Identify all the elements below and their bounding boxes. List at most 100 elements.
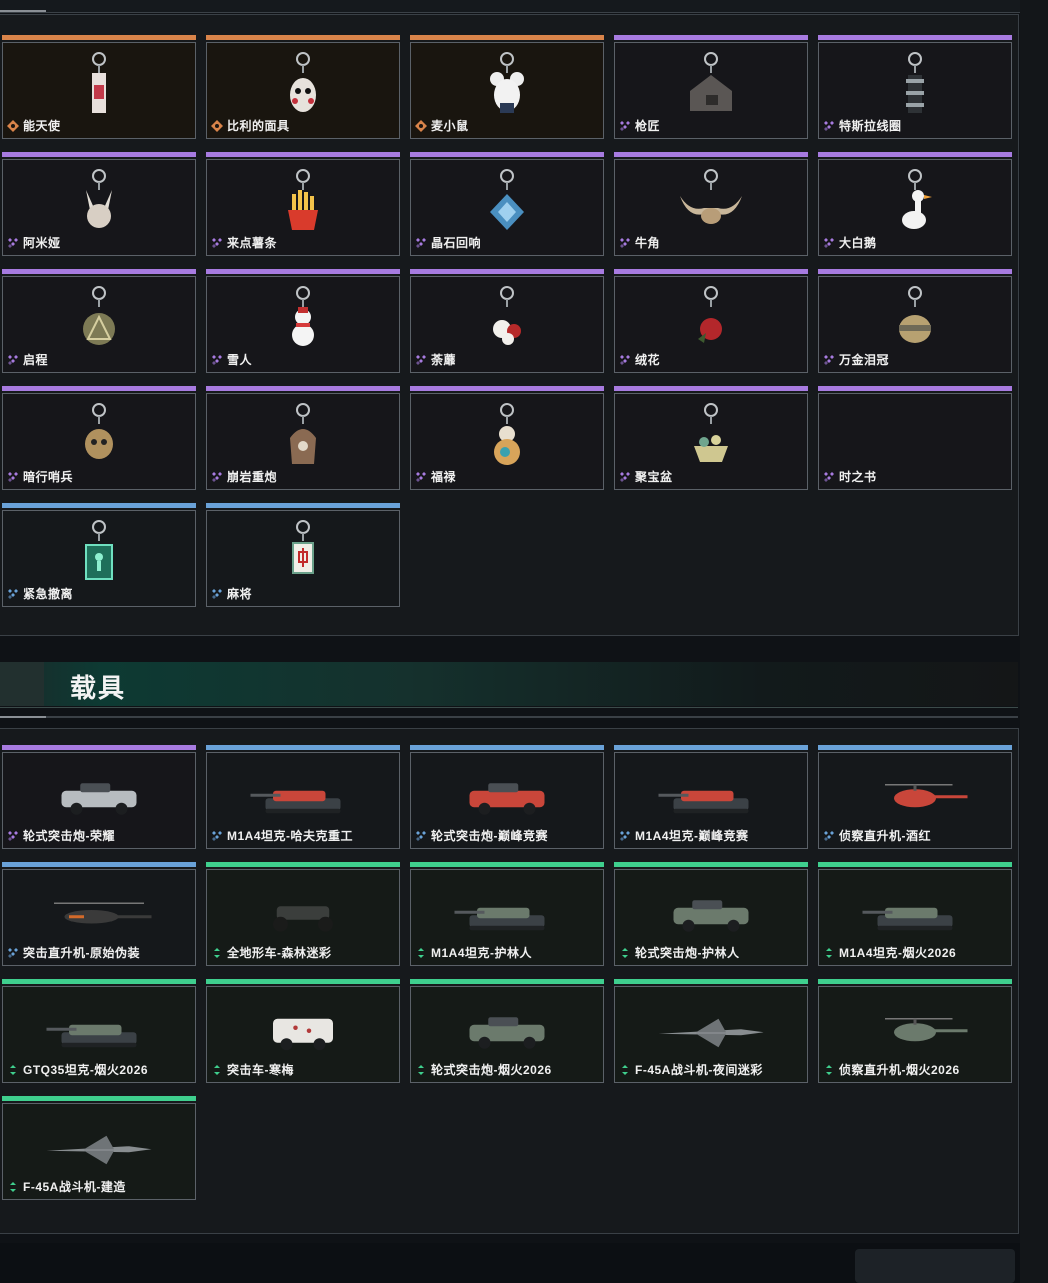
charm-label: 紧急撤离 (7, 585, 73, 602)
vehicle-image (855, 878, 975, 948)
vehicle-card[interactable]: GTQ35坦克-烟火2026 (2, 979, 196, 1083)
rarity-bar (410, 35, 604, 40)
charm-card[interactable]: 崩岩重炮 (206, 386, 400, 490)
vehicle-card[interactable]: M1A4坦克-巅峰竞赛 (614, 745, 808, 849)
charm-name: 牛角 (635, 236, 661, 250)
rarity-bar (818, 269, 1012, 274)
charm-card[interactable]: 启程 (2, 269, 196, 373)
vehicle-card[interactable]: F-45A战斗机-夜间迷彩 (614, 979, 808, 1083)
green-rarity-icon (622, 1064, 628, 1075)
charm-card[interactable]: 枪匠 (614, 35, 808, 139)
vehicle-card[interactable]: 轮式突击炮-巅峰竞赛 (410, 745, 604, 849)
vehicle-label: 轮式突击炮-护林人 (619, 944, 740, 961)
rarity-bar (2, 386, 196, 391)
charm-label: 晶石回响 (415, 234, 481, 251)
charm-name: 特斯拉线圈 (839, 119, 902, 133)
rarity-bar (206, 503, 400, 508)
house-charm-icon (690, 52, 732, 111)
charm-card[interactable]: 福禄 (410, 386, 604, 490)
rarity-bar (2, 269, 196, 274)
charm-image (447, 402, 567, 472)
charm-card[interactable]: 暗行哨兵 (2, 386, 196, 490)
vehicle-label: 侦察直升机-烟火2026 (823, 1061, 960, 1078)
charm-image (651, 168, 771, 238)
charm-card[interactable]: 牛角 (614, 152, 808, 256)
green-rarity-icon (826, 1064, 832, 1075)
rarity-bar (818, 979, 1012, 984)
hooded-charm-icon (290, 403, 316, 464)
charm-card[interactable]: 时之书 (818, 386, 1012, 490)
rarity-bar (410, 979, 604, 984)
vehicle-card[interactable]: M1A4坦克-烟火2026 (818, 862, 1012, 966)
rarity-bar (614, 269, 808, 274)
purple-rarity-icon (8, 471, 18, 482)
vehicle-image (855, 761, 975, 831)
charm-card[interactable]: 麻将 (206, 503, 400, 607)
medal-charm-icon (83, 286, 115, 345)
rarity-bar (614, 979, 808, 984)
charm-name: 雪人 (227, 353, 253, 367)
vehicle-card[interactable]: M1A4坦克-哈夫克重工 (206, 745, 400, 849)
charm-thumbnail-frame: 福禄 (410, 393, 604, 490)
purple-rarity-icon (212, 354, 222, 365)
rarity-bar (206, 35, 400, 40)
rarity-bar (410, 269, 604, 274)
vehicle-card[interactable]: 突击车-寒梅 (206, 979, 400, 1083)
charm-image (243, 168, 363, 238)
charm-card[interactable]: 聚宝盆 (614, 386, 808, 490)
charm-thumbnail-frame: 牛角 (614, 159, 808, 256)
charm-card[interactable]: 万金泪冠 (818, 269, 1012, 373)
vehicle-image (651, 878, 771, 948)
vehicle-thumbnail-frame: F-45A战斗机-建造 (2, 1103, 196, 1200)
coil-charm-icon (906, 52, 924, 113)
charm-card[interactable]: 大白鹅 (818, 152, 1012, 256)
charm-card[interactable]: 荼蘼 (410, 269, 604, 373)
blue-rarity-icon (8, 947, 18, 958)
vehicle-card[interactable]: 侦察直升机-酒红 (818, 745, 1012, 849)
rarity-bar (206, 152, 400, 157)
vehicle-thumbnail-frame: M1A4坦克-护林人 (410, 869, 604, 966)
vehicle-card[interactable]: 轮式突击炮-荣耀 (2, 745, 196, 849)
purple-rarity-icon (416, 237, 426, 248)
vehicle-name: 突击直升机-原始伪装 (23, 946, 140, 960)
empty-thumbnail (880, 402, 950, 472)
bottle-charm-icon (92, 52, 106, 113)
vehicle-card[interactable]: 轮式突击炮-烟火2026 (410, 979, 604, 1083)
green-rarity-icon (10, 1181, 16, 1192)
charm-label: 来点薯条 (211, 234, 277, 251)
charm-thumbnail-frame: 聚宝盆 (614, 393, 808, 490)
assault-vehicle-icon (273, 1018, 333, 1051)
vehicle-thumbnail-frame: F-45A战斗机-夜间迷彩 (614, 986, 808, 1083)
charm-label: 麻将 (211, 585, 252, 602)
charm-label: 暗行哨兵 (7, 468, 73, 485)
charm-card[interactable]: 绒花 (614, 269, 808, 373)
charm-card[interactable]: 阿米娅 (2, 152, 196, 256)
vehicle-card[interactable]: 全地形车-森林迷彩 (206, 862, 400, 966)
rarity-bar (206, 862, 400, 867)
charm-card[interactable]: 特斯拉线圈 (818, 35, 1012, 139)
rarity-bar (2, 152, 196, 157)
vehicle-card[interactable]: 轮式突击炮-护林人 (614, 862, 808, 966)
charm-name: 来点薯条 (227, 236, 278, 250)
vehicle-card[interactable]: 突击直升机-原始伪装 (2, 862, 196, 966)
charm-image (39, 168, 159, 238)
charm-card[interactable]: 比利的面具 (206, 35, 400, 139)
charm-card[interactable]: 紧急撤离 (2, 503, 196, 607)
underline-highlight (0, 716, 46, 718)
vehicle-label: 轮式突击炮-荣耀 (7, 827, 115, 844)
charm-image (39, 519, 159, 589)
charm-card[interactable]: 晶石回响 (410, 152, 604, 256)
charm-card[interactable]: 能天使 (2, 35, 196, 139)
charm-card[interactable]: 来点薯条 (206, 152, 400, 256)
vehicle-card[interactable]: M1A4坦克-护林人 (410, 862, 604, 966)
vehicle-card[interactable]: F-45A战斗机-建造 (2, 1096, 196, 1200)
charm-thumbnail-frame: 万金泪冠 (818, 276, 1012, 373)
rarity-bar (2, 745, 196, 750)
vehicle-card[interactable]: 侦察直升机-烟火2026 (818, 979, 1012, 1083)
charm-card[interactable]: 麦小鼠 (410, 35, 604, 139)
charm-card[interactable]: 雪人 (206, 269, 400, 373)
charm-thumbnail-frame: 荼蘼 (410, 276, 604, 373)
blue-rarity-icon (620, 830, 630, 841)
rarity-bar (614, 152, 808, 157)
purple-rarity-icon (824, 120, 834, 131)
